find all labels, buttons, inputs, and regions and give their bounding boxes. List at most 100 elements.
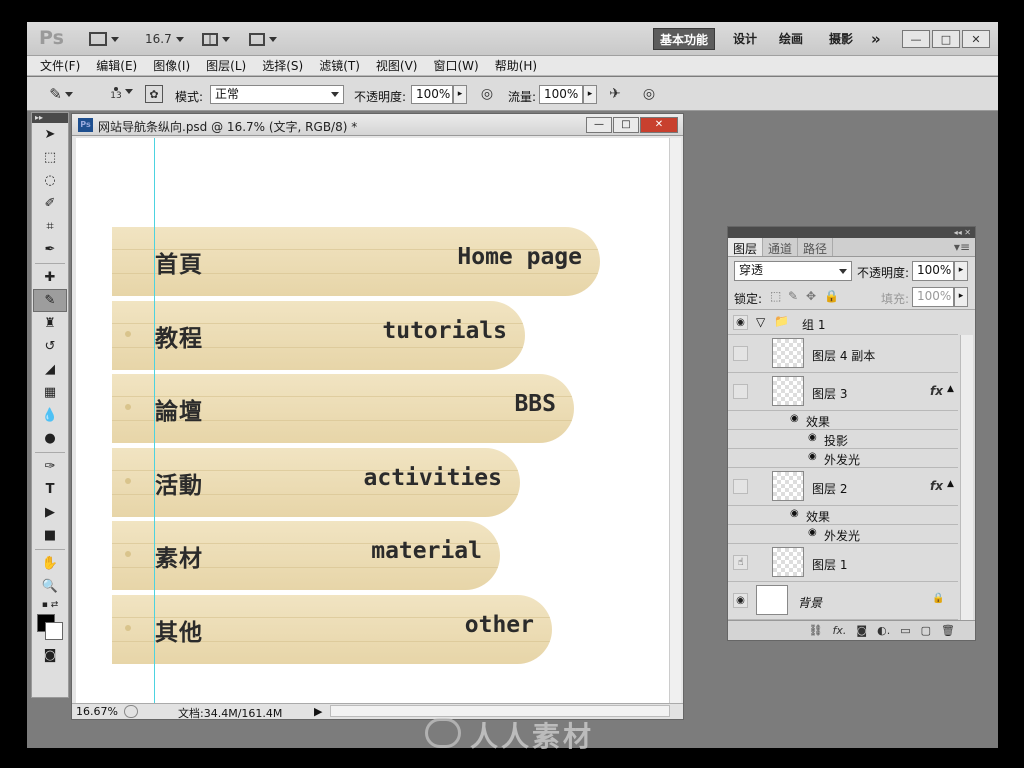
history-brush-tool-icon[interactable]: ↺ bbox=[33, 335, 67, 358]
doc-minimize-button[interactable]: — bbox=[586, 117, 612, 133]
adjustment-layer-icon[interactable]: ◐. bbox=[877, 624, 890, 637]
add-mask-icon[interactable]: ◙ bbox=[856, 624, 867, 637]
doc-close-button[interactable]: ✕ bbox=[640, 117, 678, 133]
lock-transparent-icon[interactable]: ⬚ bbox=[770, 289, 781, 303]
stamp-tool-icon[interactable]: ♜ bbox=[33, 312, 67, 335]
brush-panel-toggle[interactable]: ✿ bbox=[145, 85, 163, 103]
visibility-toggle[interactable] bbox=[733, 479, 748, 494]
menu-file[interactable]: 文件(F) bbox=[40, 57, 80, 74]
launch-bridge-button[interactable] bbox=[89, 30, 119, 48]
close-button[interactable]: ✕ bbox=[962, 30, 990, 48]
effects-row[interactable]: ◉ 效果 bbox=[728, 506, 958, 525]
layer-row-layer-4-copy[interactable]: 图层 4 副本 bbox=[728, 335, 958, 373]
lock-position-icon[interactable]: ✥ bbox=[806, 289, 816, 303]
eraser-tool-icon[interactable]: ◢ bbox=[33, 358, 67, 381]
effect-drop-shadow[interactable]: ◉ 投影 bbox=[728, 430, 958, 449]
link-layers-icon[interactable]: ⛓ bbox=[809, 624, 823, 637]
workspace-essentials[interactable]: 基本功能 bbox=[653, 28, 716, 50]
panel-header[interactable]: ◂◂ ✕ bbox=[728, 227, 975, 238]
layer-opacity-input[interactable]: 100% bbox=[912, 261, 954, 281]
collapse-effects-icon[interactable]: ▲ bbox=[947, 479, 954, 489]
workspace-design[interactable]: 设计 bbox=[727, 28, 763, 50]
swap-colors-icon[interactable]: ▪ ⇄ bbox=[33, 598, 67, 612]
add-style-icon[interactable]: fx. bbox=[833, 624, 847, 637]
fill-slider-button[interactable]: ▸ bbox=[954, 287, 968, 307]
flow-slider-button[interactable]: ▸ bbox=[583, 85, 597, 104]
lasso-tool-icon[interactable]: ◌ bbox=[33, 169, 67, 192]
effect-outer-glow[interactable]: ◉ 外发光 bbox=[728, 449, 958, 468]
move-tool-icon[interactable]: ➤ bbox=[33, 123, 67, 146]
view-extras-button[interactable] bbox=[202, 30, 230, 48]
effects-row[interactable]: ◉ 效果 bbox=[728, 411, 958, 430]
eye-icon[interactable]: ◉ bbox=[808, 527, 817, 538]
tools-panel-header[interactable]: ▸▸ bbox=[32, 113, 68, 123]
layers-scrollbar[interactable] bbox=[960, 335, 973, 640]
layer-row-layer-2[interactable]: 图层 2 fx ▲ bbox=[728, 468, 958, 506]
marquee-tool-icon[interactable]: ⬚ bbox=[33, 146, 67, 169]
layer-row-group-1[interactable]: ◉ ▽ 📁 组 1 bbox=[728, 311, 958, 335]
tab-paths[interactable]: 路径 bbox=[798, 238, 834, 256]
eye-icon[interactable]: ◉ bbox=[790, 413, 799, 424]
arrange-documents-button[interactable] bbox=[249, 30, 277, 48]
layer-row-layer-1[interactable]: ☝ 图层 1 bbox=[728, 544, 958, 582]
zoom-tool-icon[interactable]: 🔍 bbox=[33, 575, 67, 598]
new-group-icon[interactable]: ▭ bbox=[900, 624, 910, 637]
fx-icon[interactable]: fx bbox=[930, 479, 943, 493]
eye-icon[interactable]: ◉ bbox=[733, 315, 748, 330]
zoom-status[interactable]: 16.67% bbox=[76, 705, 118, 718]
fx-icon[interactable]: fx bbox=[930, 384, 943, 398]
zoom-level-dropdown[interactable]: 16.7 bbox=[145, 30, 184, 48]
hand-tool-icon[interactable]: ✋ bbox=[33, 552, 67, 575]
path-select-tool-icon[interactable]: ▶ bbox=[33, 501, 67, 524]
brush-tool-icon[interactable]: ✎ bbox=[33, 289, 67, 312]
quick-mask-icon[interactable]: ◙ bbox=[33, 644, 67, 667]
eyedropper-tool-icon[interactable]: ✒ bbox=[33, 238, 67, 261]
healing-brush-tool-icon[interactable]: ✚ bbox=[33, 266, 67, 289]
tab-layers[interactable]: 图层 bbox=[728, 238, 764, 256]
visibility-toggle[interactable] bbox=[733, 384, 748, 399]
eye-icon[interactable]: ◉ bbox=[790, 508, 799, 519]
tablet-opacity-icon[interactable]: ◎ bbox=[477, 84, 497, 104]
visibility-toggle[interactable] bbox=[733, 346, 748, 361]
dodge-tool-icon[interactable]: ● bbox=[33, 427, 67, 450]
vertical-scrollbar[interactable] bbox=[669, 138, 681, 703]
menu-help[interactable]: 帮助(H) bbox=[495, 57, 537, 74]
layer-opacity-slider-button[interactable]: ▸ bbox=[954, 261, 968, 281]
status-options-icon[interactable] bbox=[124, 705, 138, 718]
fill-input[interactable]: 100% bbox=[912, 287, 954, 307]
type-tool-icon[interactable]: T bbox=[33, 478, 67, 501]
tab-channels[interactable]: 通道 bbox=[763, 238, 799, 256]
blur-tool-icon[interactable]: 💧 bbox=[33, 404, 67, 427]
effect-outer-glow[interactable]: ◉ 外发光 bbox=[728, 525, 958, 544]
menu-view[interactable]: 视图(V) bbox=[376, 57, 418, 74]
status-menu-arrow-icon[interactable]: ▶ bbox=[314, 705, 322, 718]
new-layer-icon[interactable]: ▢ bbox=[921, 624, 931, 637]
menu-filter[interactable]: 滤镜(T) bbox=[319, 57, 360, 74]
opacity-input[interactable]: 100% bbox=[411, 85, 453, 104]
tablet-size-icon[interactable]: ◎ bbox=[639, 84, 659, 104]
canvas[interactable]: 首頁 Home page 教程 tutorials 論壇 BBS 活動 acti… bbox=[76, 138, 669, 703]
hand-cursor-icon[interactable]: ☝ bbox=[733, 555, 748, 570]
background-color-swatch[interactable] bbox=[45, 622, 63, 640]
collapse-effects-icon[interactable]: ▲ bbox=[947, 384, 954, 394]
brush-size-caret[interactable] bbox=[125, 87, 133, 95]
panel-menu-icon[interactable]: ▾≡ bbox=[949, 238, 975, 256]
eye-icon[interactable]: ◉ bbox=[733, 593, 748, 608]
maximize-button[interactable]: □ bbox=[932, 30, 960, 48]
layer-row-background[interactable]: ◉ 背景 🔒 bbox=[728, 582, 958, 620]
menu-edit[interactable]: 编辑(E) bbox=[96, 57, 137, 74]
doc-maximize-button[interactable]: □ bbox=[613, 117, 639, 133]
eye-icon[interactable]: ◉ bbox=[808, 432, 817, 443]
crop-tool-icon[interactable]: ⌗ bbox=[33, 215, 67, 238]
delete-layer-icon[interactable]: 🗑 bbox=[941, 624, 955, 637]
workspace-painting[interactable]: 绘画 bbox=[773, 28, 809, 50]
airbrush-icon[interactable]: ✈ bbox=[605, 84, 625, 104]
minimize-button[interactable]: — bbox=[902, 30, 930, 48]
eye-icon[interactable]: ◉ bbox=[808, 451, 817, 462]
expand-triangle-icon[interactable]: ▽ bbox=[756, 315, 765, 329]
shape-tool-icon[interactable]: ■ bbox=[33, 524, 67, 547]
lock-image-icon[interactable]: ✎ bbox=[788, 289, 798, 303]
layer-row-layer-3[interactable]: 图层 3 fx ▲ bbox=[728, 373, 958, 411]
vertical-guide[interactable] bbox=[154, 138, 155, 703]
menu-layer[interactable]: 图层(L) bbox=[206, 57, 246, 74]
